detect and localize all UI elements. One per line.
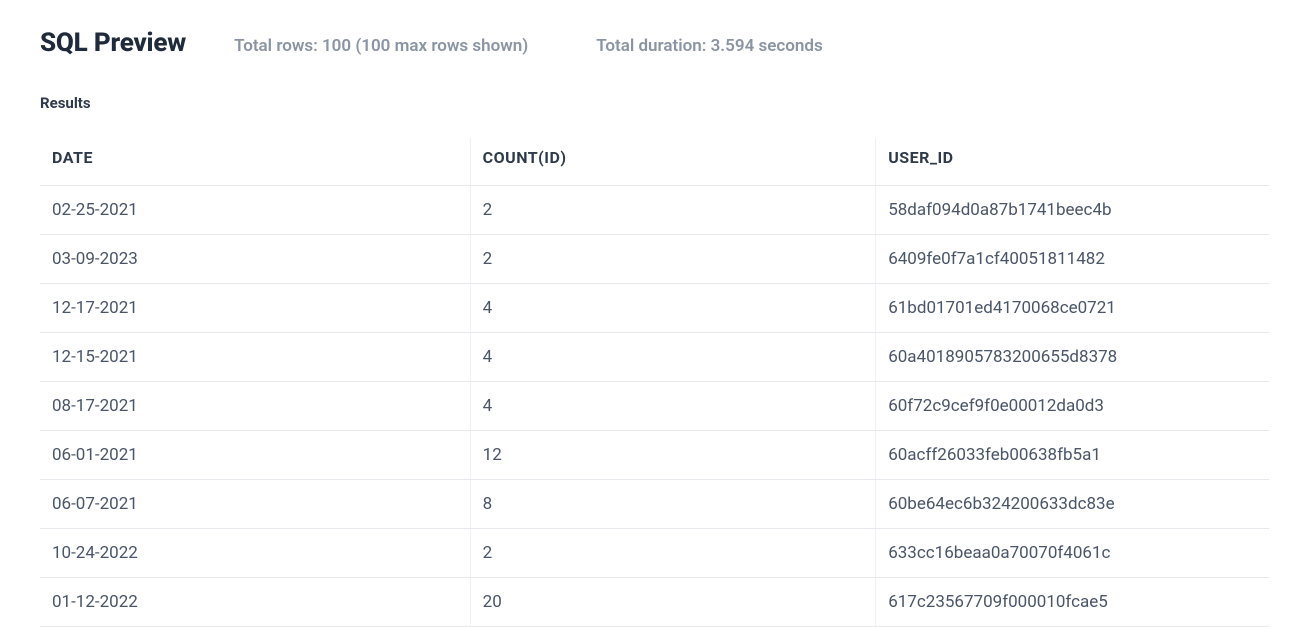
cell-date: 12-17-2021 — [40, 284, 470, 333]
column-header-date[interactable]: DATE — [40, 138, 470, 186]
table-row: 10-24-2022 2 633cc16beaa0a70070f4061c — [40, 529, 1269, 578]
cell-userid: 617c23567709f000010fcae5 — [876, 578, 1269, 627]
cell-date: 06-07-2021 — [40, 480, 470, 529]
cell-count: 12 — [470, 431, 876, 480]
table-row: 01-12-2022 20 617c23567709f000010fcae5 — [40, 578, 1269, 627]
table-row: 02-25-2021 2 58daf094d0a87b1741beec4b — [40, 186, 1269, 235]
cell-userid: 6409fe0f7a1cf40051811482 — [876, 235, 1269, 284]
total-rows-info: Total rows: 100 (100 max rows shown) — [234, 36, 528, 56]
cell-userid: 60acff26033feb00638fb5a1 — [876, 431, 1269, 480]
cell-date: 08-17-2021 — [40, 382, 470, 431]
cell-date: 10-24-2022 — [40, 529, 470, 578]
column-header-count[interactable]: COUNT(ID) — [470, 138, 876, 186]
cell-count: 4 — [470, 382, 876, 431]
table-header-row: DATE COUNT(ID) USER_ID — [40, 138, 1269, 186]
table-row: 06-01-2021 12 60acff26033feb00638fb5a1 — [40, 431, 1269, 480]
cell-date: 01-12-2022 — [40, 578, 470, 627]
cell-userid: 61bd01701ed4170068ce0721 — [876, 284, 1269, 333]
cell-userid: 633cc16beaa0a70070f4061c — [876, 529, 1269, 578]
header: SQL Preview Total rows: 100 (100 max row… — [40, 28, 1269, 58]
cell-date: 02-25-2021 — [40, 186, 470, 235]
cell-userid: 58daf094d0a87b1741beec4b — [876, 186, 1269, 235]
cell-userid: 60f72c9cef9f0e00012da0d3 — [876, 382, 1269, 431]
table-row: 06-07-2021 8 60be64ec6b324200633dc83e — [40, 480, 1269, 529]
cell-count: 2 — [470, 529, 876, 578]
table-row: 12-15-2021 4 60a4018905783200655d8378 — [40, 333, 1269, 382]
table-row: 08-17-2021 4 60f72c9cef9f0e00012da0d3 — [40, 382, 1269, 431]
cell-date: 03-09-2023 — [40, 235, 470, 284]
cell-count: 4 — [470, 333, 876, 382]
cell-count: 2 — [470, 235, 876, 284]
cell-date: 06-01-2021 — [40, 431, 470, 480]
cell-date: 12-15-2021 — [40, 333, 470, 382]
page-title: SQL Preview — [40, 28, 186, 58]
cell-count: 4 — [470, 284, 876, 333]
column-header-userid[interactable]: USER_ID — [876, 138, 1269, 186]
cell-count: 20 — [470, 578, 876, 627]
results-label: Results — [40, 94, 1269, 112]
table-row: 12-17-2021 4 61bd01701ed4170068ce0721 — [40, 284, 1269, 333]
cell-count: 8 — [470, 480, 876, 529]
cell-count: 2 — [470, 186, 876, 235]
results-table: DATE COUNT(ID) USER_ID 02-25-2021 2 58da… — [40, 138, 1269, 627]
total-duration-info: Total duration: 3.594 seconds — [596, 36, 822, 56]
cell-userid: 60be64ec6b324200633dc83e — [876, 480, 1269, 529]
cell-userid: 60a4018905783200655d8378 — [876, 333, 1269, 382]
table-row: 03-09-2023 2 6409fe0f7a1cf40051811482 — [40, 235, 1269, 284]
